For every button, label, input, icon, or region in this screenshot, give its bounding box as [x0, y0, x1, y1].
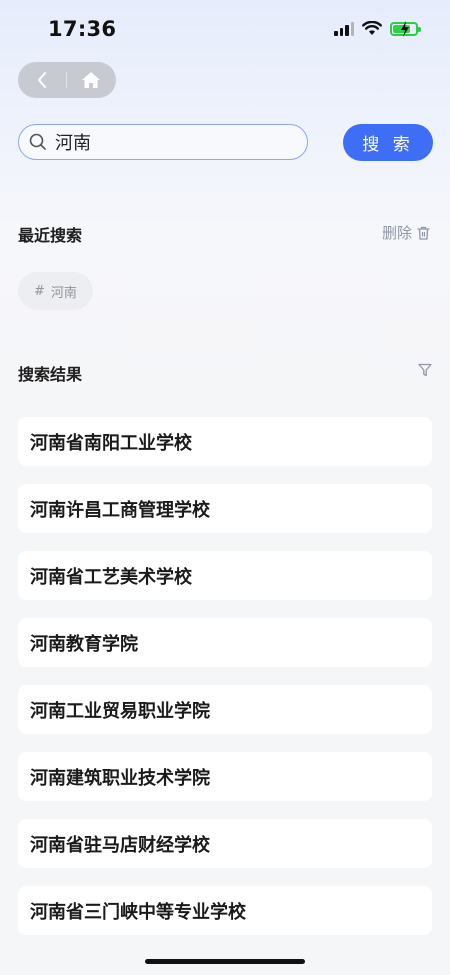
delete-label: 删除 — [381, 224, 412, 242]
search-field[interactable] — [18, 124, 308, 160]
tag-hash: # — [34, 283, 45, 299]
results-list: 河南省南阳工业学校 河南许昌工商管理学校 河南省工艺美术学校 河南教育学院 河南… — [18, 417, 432, 953]
nav-pill — [18, 62, 116, 98]
history-tag[interactable]: # 河南 — [18, 272, 93, 310]
home-indicator[interactable] — [145, 959, 305, 964]
search-button[interactable]: 搜 索 — [343, 124, 433, 161]
search-input[interactable] — [53, 130, 287, 154]
result-item[interactable]: 河南省南阳工业学校 — [18, 417, 432, 466]
filter-button[interactable] — [418, 362, 432, 381]
filter-icon — [418, 363, 432, 377]
result-item[interactable]: 河南工业贸易职业学院 — [18, 685, 432, 734]
status-time: 17:36 — [48, 17, 117, 41]
back-button[interactable] — [18, 62, 66, 98]
wifi-icon — [362, 21, 382, 35]
battery-charging-icon — [390, 20, 421, 37]
results-title: 搜索结果 — [18, 365, 83, 384]
status-bar: 17:36 — [0, 0, 450, 58]
history-tag-label: 河南 — [50, 285, 77, 301]
result-item[interactable]: 河南建筑职业技术学院 — [18, 752, 432, 801]
result-item[interactable]: 河南教育学院 — [18, 618, 432, 667]
result-item[interactable]: 河南省驻马店财经学校 — [18, 819, 432, 868]
home-button[interactable] — [67, 62, 115, 98]
search-icon — [29, 133, 46, 150]
result-item[interactable]: 河南许昌工商管理学校 — [18, 484, 432, 533]
delete-history-button[interactable]: 删除 — [382, 222, 430, 243]
recent-search-title: 最近搜索 — [18, 226, 83, 245]
status-icons — [334, 20, 421, 37]
signal-icon — [334, 21, 354, 36]
home-icon — [82, 72, 100, 88]
result-item[interactable]: 河南省工艺美术学校 — [18, 551, 432, 600]
result-item[interactable]: 河南省三门峡中等专业学校 — [18, 886, 432, 935]
chevron-left-icon — [38, 72, 46, 88]
trash-icon — [417, 226, 430, 240]
